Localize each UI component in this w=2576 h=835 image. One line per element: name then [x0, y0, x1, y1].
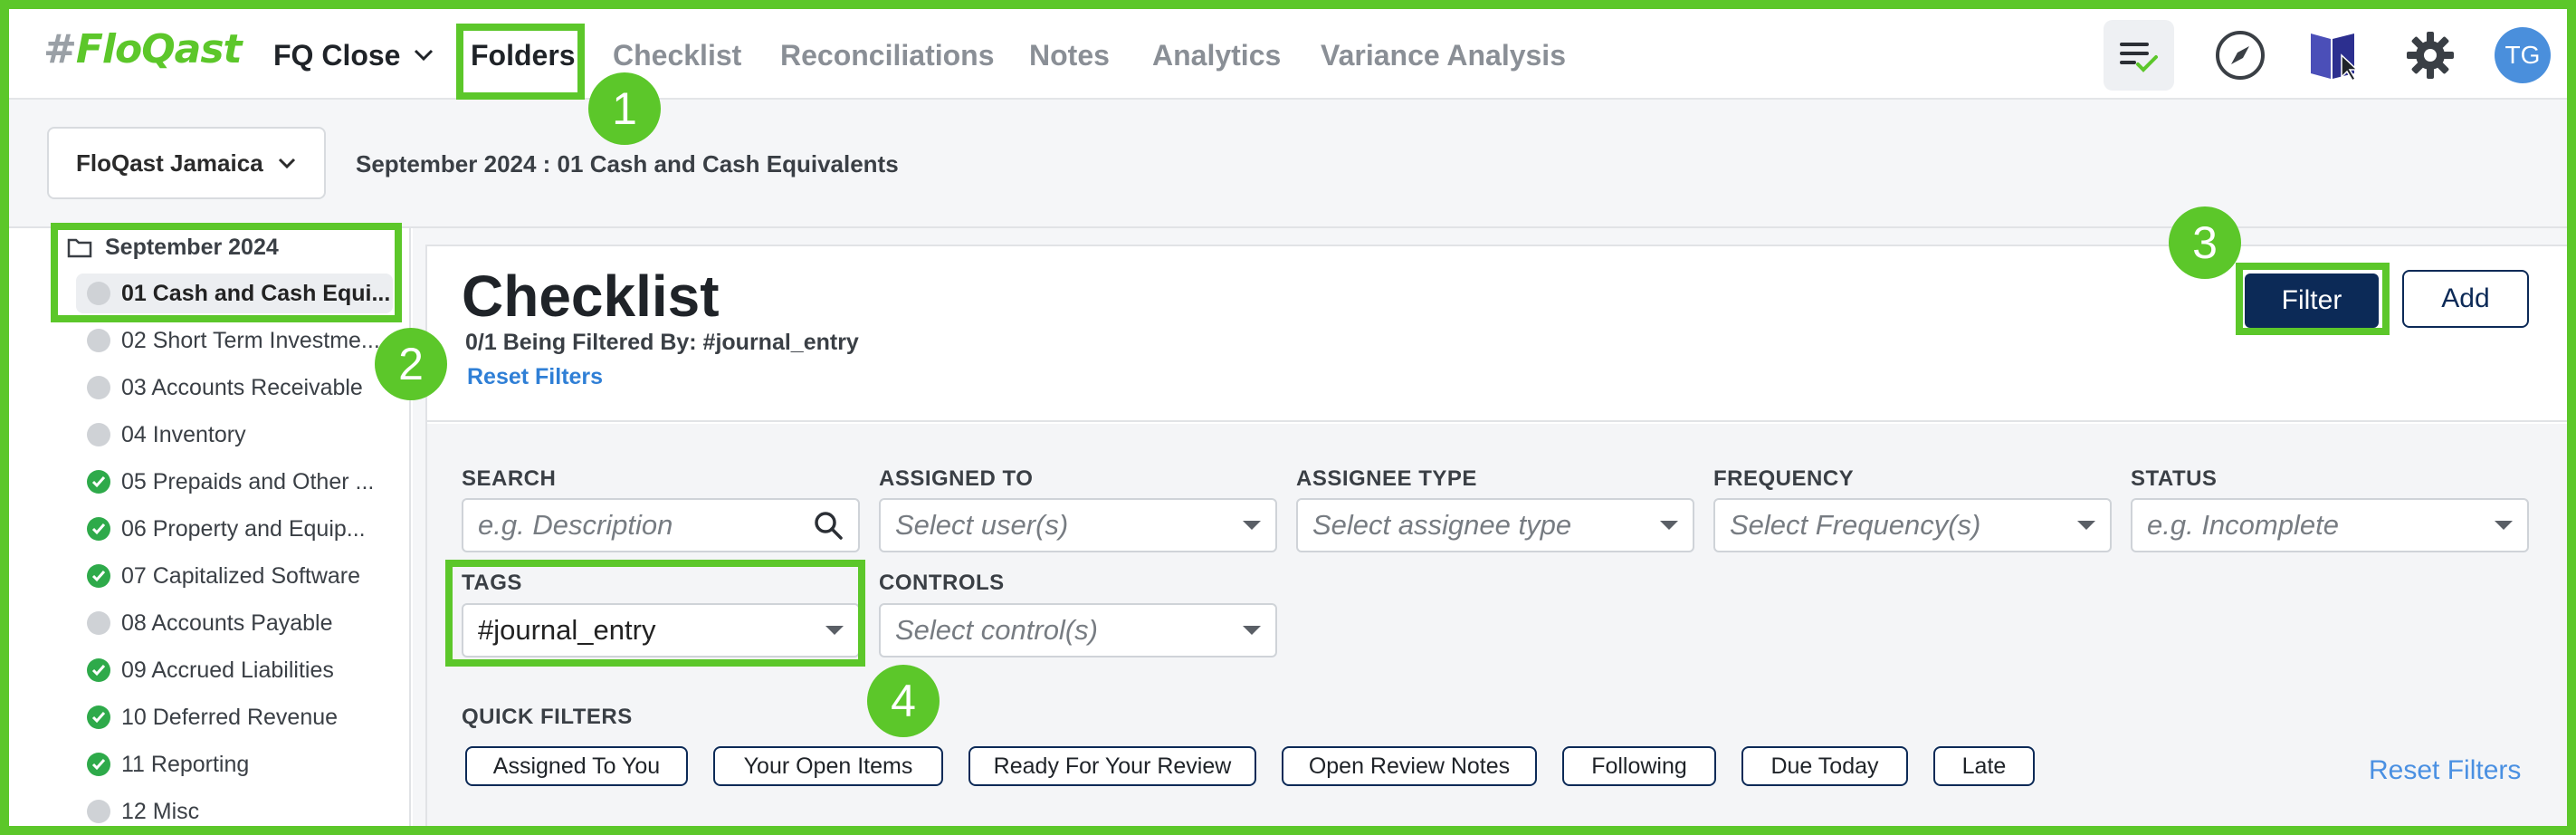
caret-down-icon — [2077, 521, 2095, 530]
filter-status-text: 0/1 Being Filtered By: #journal_entry — [465, 330, 859, 355]
assignee-type-label: ASSIGNEE TYPE — [1296, 466, 1477, 491]
sidebar-item-09-accrued-liabilities[interactable]: 09 Accrued Liabilities — [76, 650, 393, 690]
gear-icon[interactable] — [2395, 20, 2466, 91]
quick-filter-your-open-items[interactable]: Your Open Items — [713, 746, 943, 786]
close-selector-dropdown[interactable]: FQ Close — [273, 33, 434, 78]
status-complete-icon — [87, 564, 110, 588]
quick-filter-open-review-notes[interactable]: Open Review Notes — [1282, 746, 1537, 786]
highlight-filter-button — [2236, 263, 2390, 335]
user-avatar[interactable]: TG — [2495, 27, 2551, 83]
quick-filter-late[interactable]: Late — [1933, 746, 2035, 786]
page-title: Checklist — [462, 264, 720, 329]
nav-notes[interactable]: Notes — [1029, 33, 1110, 78]
task-list-icon[interactable] — [2104, 20, 2174, 91]
controls-placeholder: Select control(s) — [895, 614, 1098, 646]
controls-label: CONTROLS — [879, 571, 1005, 595]
search-label: SEARCH — [462, 466, 557, 491]
search-placeholder: e.g. Description — [478, 509, 673, 541]
sidebar-item-04-inventory[interactable]: 04 Inventory — [76, 415, 393, 455]
search-input[interactable]: e.g. Description — [462, 498, 860, 552]
book-icon[interactable] — [2299, 20, 2370, 91]
status-incomplete-icon — [87, 611, 110, 635]
status-complete-icon — [87, 753, 110, 776]
status-complete-icon — [87, 658, 110, 682]
status-complete-icon — [87, 517, 110, 541]
caret-down-icon — [1243, 626, 1261, 635]
caret-down-icon — [2495, 521, 2513, 530]
sidebar-item-12-misc[interactable]: 12 Misc — [76, 792, 393, 831]
compass-icon[interactable] — [2205, 20, 2275, 91]
step-badge-3: 3 — [2169, 206, 2241, 279]
chevron-down-icon — [278, 158, 296, 169]
frequency-placeholder: Select Frequency(s) — [1730, 509, 1981, 541]
status-incomplete-icon — [87, 376, 110, 399]
status-complete-icon — [87, 705, 110, 729]
status-complete-icon — [87, 470, 110, 494]
sidebar-item-10-deferred-revenue[interactable]: 10 Deferred Revenue — [76, 697, 393, 737]
breadcrumb: September 2024 : 01 Cash and Cash Equiva… — [356, 150, 899, 178]
caret-down-icon — [1660, 521, 1678, 530]
assigned-to-select[interactable]: Select user(s) — [879, 498, 1277, 552]
status-select[interactable]: e.g. Incomplete — [2131, 498, 2529, 552]
assignee-type-placeholder: Select assignee type — [1312, 509, 1572, 541]
highlight-tags-filter — [445, 560, 865, 667]
floqast-logo[interactable]: #FloQast — [43, 24, 243, 76]
status-incomplete-icon — [87, 423, 110, 446]
caret-down-icon — [1243, 521, 1261, 530]
assigned-to-label: ASSIGNED TO — [879, 466, 1034, 491]
add-button[interactable]: Add — [2402, 270, 2529, 328]
nav-reconciliations[interactable]: Reconciliations — [780, 33, 995, 78]
quick-filter-due-today[interactable]: Due Today — [1741, 746, 1908, 786]
status-incomplete-icon — [87, 800, 110, 823]
quick-filter-assigned-to-you[interactable]: Assigned To You — [465, 746, 688, 786]
chevron-down-icon — [415, 49, 434, 62]
sidebar-item-02-short-term-investments[interactable]: 02 Short Term Investme... — [76, 321, 393, 360]
entity-selector-label: FloQast Jamaica — [76, 149, 263, 177]
entity-selector-dropdown[interactable]: FloQast Jamaica — [47, 127, 326, 199]
step-badge-2: 2 — [375, 328, 447, 400]
highlight-folder-item — [51, 223, 402, 322]
close-selector-label: FQ Close — [273, 38, 401, 72]
sidebar-item-03-accounts-receivable[interactable]: 03 Accounts Receivable — [76, 368, 393, 408]
frequency-label: FREQUENCY — [1713, 466, 1855, 491]
status-label: STATUS — [2131, 466, 2218, 491]
assigned-to-placeholder: Select user(s) — [895, 509, 1069, 541]
frequency-select[interactable]: Select Frequency(s) — [1713, 498, 2112, 552]
controls-select[interactable]: Select control(s) — [879, 603, 1277, 657]
sidebar-item-06-property-equipment[interactable]: 06 Property and Equip... — [76, 509, 393, 549]
status-placeholder: e.g. Incomplete — [2147, 509, 2339, 541]
quick-filters-label: QUICK FILTERS — [462, 705, 633, 729]
step-badge-1: 1 — [588, 72, 661, 145]
top-navigation: #FloQast FQ Close Folders Checklist Reco… — [0, 0, 2576, 100]
reset-filters-link-bottom[interactable]: Reset Filters — [2369, 755, 2521, 786]
nav-variance-analysis[interactable]: Variance Analysis — [1321, 33, 1566, 78]
sidebar-item-05-prepaids[interactable]: 05 Prepaids and Other ... — [76, 462, 393, 502]
status-incomplete-icon — [87, 329, 110, 352]
sidebar-item-11-reporting[interactable]: 11 Reporting — [76, 744, 393, 784]
assignee-type-select[interactable]: Select assignee type — [1296, 498, 1694, 552]
sidebar-item-08-accounts-payable[interactable]: 08 Accounts Payable — [76, 603, 393, 643]
highlight-folders-tab — [456, 24, 585, 100]
quick-filter-following[interactable]: Following — [1562, 746, 1716, 786]
search-icon — [815, 512, 843, 540]
nav-checklist[interactable]: Checklist — [613, 33, 741, 78]
quick-filter-ready-for-review[interactable]: Ready For Your Review — [968, 746, 1256, 786]
nav-analytics[interactable]: Analytics — [1152, 33, 1281, 78]
sidebar-item-07-capitalized-software[interactable]: 07 Capitalized Software — [76, 556, 393, 596]
step-badge-4: 4 — [867, 665, 940, 737]
reset-filters-link[interactable]: Reset Filters — [467, 364, 603, 390]
